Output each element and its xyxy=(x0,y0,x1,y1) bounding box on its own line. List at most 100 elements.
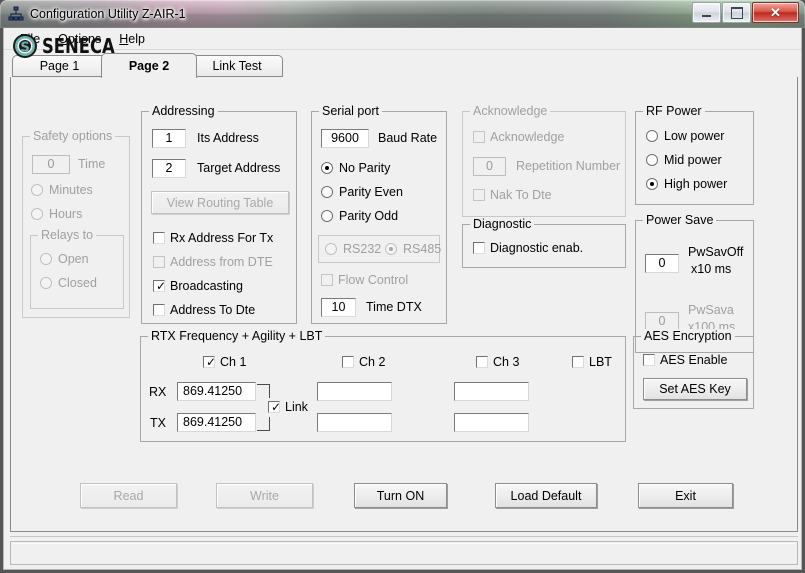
checkbox-icon: ✓ xyxy=(203,355,217,369)
checkbox-icon xyxy=(342,356,354,368)
turn-on-button[interactable]: Turn ON xyxy=(354,483,447,508)
relays-radio-closed[interactable]: Closed xyxy=(40,276,97,290)
target-address-input[interactable]: 2 xyxy=(152,159,186,178)
relays-radio-closed-label: Closed xyxy=(58,276,97,290)
check-nak-to-dte-label: Nak To Dte xyxy=(490,188,552,202)
pwsavoff-label: PwSavOff xyxy=(688,245,744,259)
tx-row-label: TX xyxy=(150,416,166,430)
check-acknowledge[interactable]: Acknowledge xyxy=(473,130,564,144)
check-ch1-label: Ch 1 xyxy=(220,355,247,369)
radio-parity-even-label: Parity Even xyxy=(339,185,403,199)
check-address-from-dte[interactable]: Address from DTE xyxy=(153,255,273,269)
check-mark-icon: ✓ xyxy=(206,355,217,369)
check-aes-enable-label: AES Enable xyxy=(660,353,728,367)
safety-radio-minutes[interactable]: Minutes xyxy=(31,183,93,197)
time-dtx-input[interactable]: 10 xyxy=(321,298,356,317)
minimize-button[interactable] xyxy=(692,2,721,23)
svg-text:S: S xyxy=(20,41,29,56)
client-area: File Options Help Page 1 Page 2 Link Tes… xyxy=(3,28,802,570)
radio-circle-icon xyxy=(40,277,52,289)
window-title: Configuration Utility Z-AIR-1 xyxy=(30,7,186,21)
radio-low-power[interactable]: Low power xyxy=(646,129,724,143)
write-button[interactable]: Write xyxy=(216,483,313,508)
group-rf-power-title: RF Power xyxy=(643,104,705,118)
radio-dot-icon xyxy=(650,182,654,186)
exit-button[interactable]: Exit xyxy=(638,483,733,508)
group-diagnostic: Diagnostic Diagnostic enab. xyxy=(462,217,626,268)
ch2-rx-input[interactable] xyxy=(317,382,392,401)
network-nodes-icon xyxy=(8,6,24,22)
safety-radio-hours-label: Hours xyxy=(49,207,83,221)
view-routing-table-button[interactable]: View Routing Table xyxy=(151,191,289,214)
safety-radio-minutes-label: Minutes xyxy=(49,183,93,197)
radio-rs485[interactable]: RS485 xyxy=(385,242,441,256)
relays-radio-open[interactable]: Open xyxy=(40,252,89,266)
radio-dot-icon xyxy=(325,166,329,170)
group-power-save-title: Power Save xyxy=(643,213,717,227)
radio-parity-odd-label: Parity Odd xyxy=(339,209,399,223)
checkbox-icon: ✓ xyxy=(268,401,281,413)
check-broadcasting-label: Broadcasting xyxy=(170,279,243,293)
relays-radio-open-label: Open xyxy=(58,252,89,266)
checkbox-icon xyxy=(153,256,165,268)
radio-parity-even[interactable]: Parity Even xyxy=(321,185,403,199)
check-address-to-dte-label: Address To Dte xyxy=(170,303,256,317)
radio-mid-power[interactable]: Mid power xyxy=(646,153,722,167)
ch2-tx-input[interactable] xyxy=(317,413,392,432)
baud-rate-label: Baud Rate xyxy=(378,131,438,145)
application-window: Configuration Utility Z-AIR-1 ✕ File Opt… xyxy=(0,0,805,573)
check-link[interactable]: ✓ Link xyxy=(268,400,308,414)
group-relays-to: Relays to Open Closed xyxy=(30,228,124,309)
tab-link-test[interactable]: Link Test xyxy=(191,55,283,77)
safety-radio-hours[interactable]: Hours xyxy=(31,207,82,221)
checkbox-icon xyxy=(473,131,485,143)
baud-rate-input[interactable]: 9600 xyxy=(321,129,369,148)
radio-rs232[interactable]: RS232 xyxy=(325,242,381,256)
check-ch2[interactable]: Ch 2 xyxy=(342,355,385,369)
checkbox-icon xyxy=(321,274,333,286)
check-lbt[interactable]: LBT xyxy=(572,355,612,369)
radio-parity-odd[interactable]: Parity Odd xyxy=(321,209,398,223)
ch3-rx-input[interactable] xyxy=(454,382,529,401)
check-ch3-label: Ch 3 xyxy=(493,355,520,369)
check-aes-enable[interactable]: AES Enable xyxy=(643,353,727,367)
check-diagnostic-enable[interactable]: Diagnostic enab. xyxy=(473,241,583,255)
read-button[interactable]: Read xyxy=(80,483,177,508)
checkbox-icon xyxy=(572,356,584,368)
maximize-button[interactable] xyxy=(722,2,751,23)
check-address-to-dte[interactable]: Address To Dte xyxy=(153,303,255,317)
minimize-icon xyxy=(702,14,711,17)
checkbox-icon xyxy=(153,232,165,244)
radio-circle-icon xyxy=(646,178,658,190)
set-aes-key-button[interactable]: Set AES Key xyxy=(643,378,747,400)
check-lbt-label: LBT xyxy=(589,355,612,369)
close-button[interactable]: ✕ xyxy=(752,2,799,23)
repetition-number-label: Repetition Number xyxy=(516,159,621,173)
radio-circle-icon xyxy=(646,130,658,142)
check-mark-icon: ✓ xyxy=(156,279,167,293)
safety-time-input[interactable]: 0 xyxy=(32,155,70,174)
pwsavoff-input[interactable]: 0 xyxy=(645,254,679,273)
ch1-tx-input[interactable]: 869.41250 xyxy=(177,413,256,432)
ch1-rx-input[interactable]: 869.41250 xyxy=(177,382,256,401)
ch3-tx-input[interactable] xyxy=(454,413,529,432)
check-rx-address-for-tx[interactable]: Rx Address For Tx xyxy=(153,231,273,245)
check-broadcasting[interactable]: ✓ Broadcasting xyxy=(153,279,243,293)
target-address-label: Target Address xyxy=(197,161,281,175)
tab-page-2[interactable]: Page 2 xyxy=(101,53,197,78)
radio-high-power[interactable]: High power xyxy=(646,177,727,191)
radio-circle-icon xyxy=(321,186,333,198)
check-ch1[interactable]: ✓ Ch 1 xyxy=(203,355,246,369)
load-default-button[interactable]: Load Default xyxy=(495,483,597,508)
radio-no-parity[interactable]: No Parity xyxy=(321,161,390,175)
its-address-input[interactable]: 1 xyxy=(152,129,186,148)
radio-circle-icon xyxy=(31,208,43,220)
group-aes-encryption-title: AES Encryption xyxy=(641,329,735,343)
check-ch3[interactable]: Ch 3 xyxy=(476,355,519,369)
check-nak-to-dte[interactable]: Nak To Dte xyxy=(473,188,552,202)
checkbox-icon xyxy=(476,356,488,368)
group-addressing-title: Addressing xyxy=(149,104,218,118)
repetition-number-input[interactable]: 0 xyxy=(473,157,506,176)
check-flow-control[interactable]: Flow Control xyxy=(321,273,408,287)
group-rf-power: RF Power Low power Mid power High power xyxy=(635,104,754,205)
